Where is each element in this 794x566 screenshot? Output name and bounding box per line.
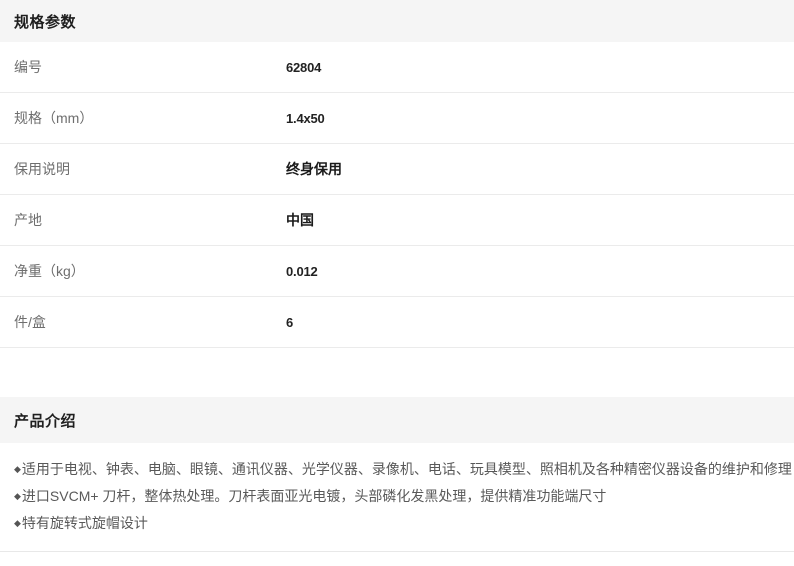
spec-row-pieces-per-box: 件/盒 6 bbox=[0, 297, 794, 348]
specs-section-title: 规格参数 bbox=[14, 11, 76, 32]
spec-row-net-weight: 净重（kg） 0.012 bbox=[0, 246, 794, 297]
intro-bullet-item: ◆特有旋转式旋帽设计 bbox=[14, 510, 784, 537]
spec-value: 62804 bbox=[286, 60, 321, 75]
intro-bullet-item: ◆进口SVCM+ 刀杆，整体热处理。刀杆表面亚光电镀，头部磷化发黑处理，提供精准… bbox=[14, 483, 784, 510]
spec-label: 净重（kg） bbox=[0, 261, 286, 281]
intro-bullet-text: 进口SVCM+ 刀杆，整体热处理。刀杆表面亚光电镀，头部磷化发黑处理，提供精准功… bbox=[22, 488, 607, 504]
intro-bullet-text: 适用于电视、钟表、电脑、眼镜、通讯仪器、光学仪器、录像机、电话、玩具模型、照相机… bbox=[22, 461, 792, 477]
spec-label: 产地 bbox=[0, 210, 286, 230]
spec-value: 终身保用 bbox=[286, 159, 342, 179]
section-gap bbox=[0, 348, 794, 397]
spec-row-size: 规格（mm） 1.4x50 bbox=[0, 93, 794, 144]
intro-section-header: 产品介绍 bbox=[0, 397, 794, 443]
spec-value: 1.4x50 bbox=[286, 111, 325, 126]
spec-label: 保用说明 bbox=[0, 159, 286, 179]
specs-section-header: 规格参数 bbox=[0, 0, 794, 42]
specs-table: 编号 62804 规格（mm） 1.4x50 保用说明 终身保用 产地 中国 净… bbox=[0, 42, 794, 348]
spec-label: 规格（mm） bbox=[0, 108, 286, 128]
spec-value: 0.012 bbox=[286, 264, 318, 279]
diamond-bullet-icon: ◆ bbox=[14, 483, 21, 510]
diamond-bullet-icon: ◆ bbox=[14, 510, 21, 537]
intro-section-title: 产品介绍 bbox=[14, 410, 76, 431]
intro-bullet-list: ◆适用于电视、钟表、电脑、眼镜、通讯仪器、光学仪器、录像机、电话、玩具模型、照相… bbox=[0, 443, 794, 552]
diamond-bullet-icon: ◆ bbox=[14, 456, 21, 483]
spec-row-origin: 产地 中国 bbox=[0, 195, 794, 246]
spec-value: 中国 bbox=[286, 210, 314, 230]
intro-bullet-text: 特有旋转式旋帽设计 bbox=[22, 515, 148, 531]
product-detail-page: 规格参数 编号 62804 规格（mm） 1.4x50 保用说明 终身保用 产地… bbox=[0, 0, 794, 566]
spec-row-warranty: 保用说明 终身保用 bbox=[0, 144, 794, 195]
spec-label: 编号 bbox=[0, 57, 286, 77]
spec-label: 件/盒 bbox=[0, 312, 286, 332]
spec-value: 6 bbox=[286, 315, 293, 330]
spec-row-item-number: 编号 62804 bbox=[0, 42, 794, 93]
intro-bullet-item: ◆适用于电视、钟表、电脑、眼镜、通讯仪器、光学仪器、录像机、电话、玩具模型、照相… bbox=[14, 456, 784, 483]
